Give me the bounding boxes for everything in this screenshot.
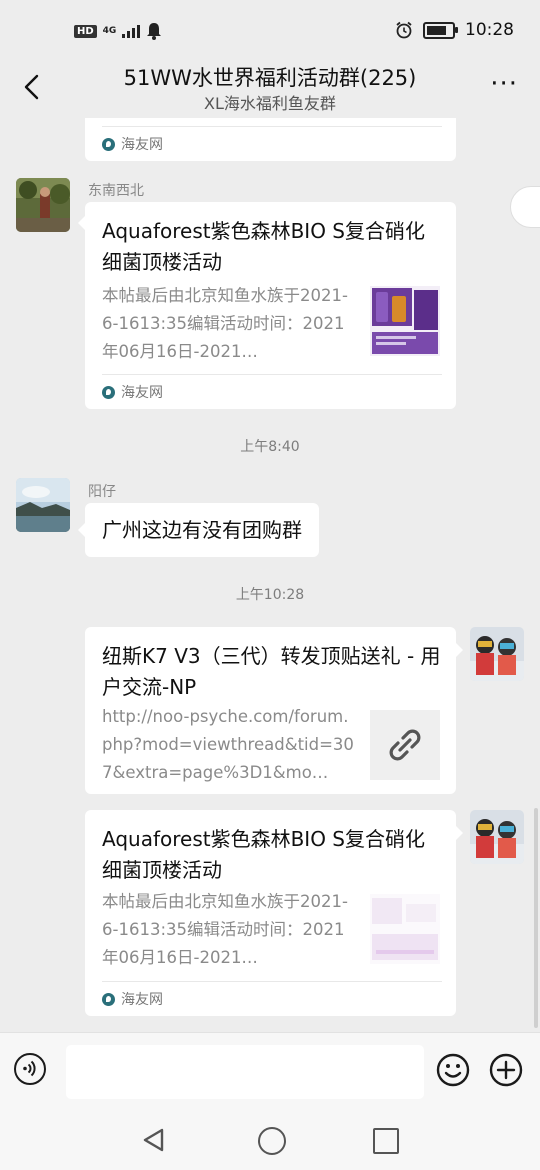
plus-button[interactable] <box>489 1053 523 1087</box>
card-source: 海友网 <box>102 981 442 1016</box>
card-source: 海友网 <box>102 374 442 409</box>
chat-header: 51WW水世界福利活动群(225) XL海水福利鱼友群 ··· <box>0 60 540 118</box>
link-card-partial[interactable]: 海友网 <box>85 118 456 161</box>
avatar-self[interactable] <box>470 627 524 681</box>
card-description: 本帖最后由北京知鱼水族于2021-6-1613:35编辑活动时间：2021年06… <box>102 892 348 967</box>
source-label: 海友网 <box>121 137 163 153</box>
alarm-icon <box>396 21 412 39</box>
message-input[interactable] <box>66 1045 424 1099</box>
voice-button[interactable] <box>14 1053 46 1085</box>
status-bar: HD 4G 10:28 <box>0 0 540 60</box>
more-options-button[interactable]: ··· <box>490 71 518 97</box>
emoji-button[interactable] <box>436 1053 470 1087</box>
triangle-back-icon[interactable] <box>140 1126 168 1154</box>
battery-icon <box>423 21 458 39</box>
hd-badge: HD <box>74 24 97 38</box>
status-left: HD 4G <box>74 22 162 40</box>
source-logo-icon <box>102 992 115 1006</box>
status-time: 10:28 <box>465 20 514 40</box>
avatar[interactable] <box>16 478 70 532</box>
circle-home-icon[interactable] <box>258 1127 286 1155</box>
group-title: 51WW水世界福利活动群(225) <box>123 66 417 90</box>
notification-bell-icon <box>147 23 162 40</box>
network-type: 4G <box>102 26 117 36</box>
source-label: 海友网 <box>121 992 163 1008</box>
avatar[interactable] <box>16 178 70 232</box>
link-card[interactable]: Aquaforest紫色森林BIO S复合硝化细菌顶楼活动 本帖最后由北京知鱼水… <box>85 202 456 409</box>
link-thumbnail <box>370 710 440 780</box>
source-logo-icon <box>102 385 115 399</box>
card-description: http://noo-psyche.com/forum.php?mod=view… <box>102 707 354 782</box>
bubble-tail <box>78 523 85 537</box>
group-subtitle: XL海水福利鱼友群 <box>204 94 336 113</box>
link-icon <box>389 729 421 761</box>
square-recent-icon[interactable] <box>373 1128 399 1154</box>
product-thumbnail <box>370 286 440 356</box>
sender-name: 阳仔 <box>88 484 116 500</box>
card-title: 纽斯K7 V3（三代）转发顶贴送礼 - 用户交流-NP <box>102 644 441 699</box>
chat-history[interactable]: 海友网 东南西北 Aquaforest紫色森林BIO S复合硝化细菌顶楼活动 本… <box>0 118 540 1032</box>
product-thumbnail-loading <box>370 894 440 964</box>
signal-icon <box>122 24 141 38</box>
card-description: 本帖最后由北京知鱼水族于2021-6-1613:35编辑活动时间：2021年06… <box>102 286 348 361</box>
bubble-tail <box>78 216 85 230</box>
system-nav-bar <box>0 1106 540 1170</box>
link-card[interactable]: Aquaforest紫色森林BIO S复合硝化细菌顶楼活动 本帖最后由北京知鱼水… <box>85 810 456 1016</box>
card-title: Aquaforest紫色森林BIO S复合硝化细菌顶楼活动 <box>102 827 425 882</box>
link-card[interactable]: 纽斯K7 V3（三代）转发顶贴送礼 - 用户交流-NP http://noo-p… <box>85 627 456 794</box>
voice-icon <box>23 1060 36 1077</box>
card-source: 海友网 <box>102 126 442 161</box>
status-right: 10:28 <box>395 20 514 40</box>
message-timestamp: 上午8:40 <box>240 439 300 455</box>
bubble-tail <box>456 826 463 840</box>
floating-edge-button[interactable] <box>510 186 540 228</box>
text-message[interactable]: 广州这边有没有团购群 <box>85 503 319 557</box>
scrollbar[interactable] <box>534 808 538 1028</box>
input-bar <box>0 1032 540 1107</box>
bubble-tail <box>456 643 463 657</box>
source-logo-icon <box>102 137 115 151</box>
avatar-self[interactable] <box>470 810 524 864</box>
sender-name: 东南西北 <box>88 183 144 199</box>
source-label: 海友网 <box>121 385 163 401</box>
message-timestamp: 上午10:28 <box>235 587 305 603</box>
card-title: Aquaforest紫色森林BIO S复合硝化细菌顶楼活动 <box>102 219 425 274</box>
